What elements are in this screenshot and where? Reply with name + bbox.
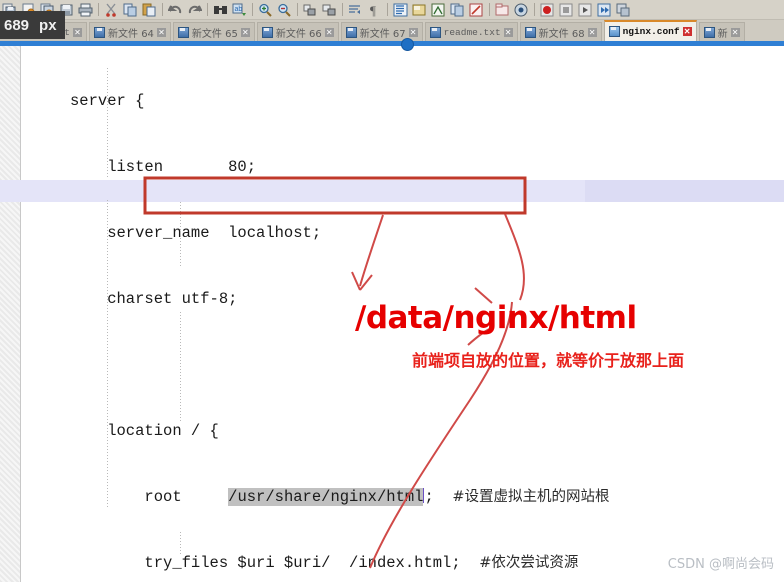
document-tab-label: 新文件 68 [538, 28, 585, 40]
annotation-big-text: /data/nginx/html [355, 300, 637, 336]
toolbar-separator [342, 3, 343, 16]
toolbar-separator [207, 3, 208, 16]
print-icon[interactable] [77, 2, 94, 18]
svg-text:¶: ¶ [370, 3, 376, 17]
toolbar-separator [387, 3, 388, 16]
indent-guide [180, 532, 181, 554]
document-tab-label: 新文件 64 [108, 28, 154, 40]
toolbar-separator [489, 3, 490, 16]
watermark: CSDN @啊尚会码 [667, 557, 774, 572]
code-line[interactable]: server_name localhost; [65, 222, 784, 244]
document-tab-label: nginx.conf [622, 26, 680, 37]
editor-margin-gutter [0, 46, 21, 582]
pixel-measure-value: 689 [4, 16, 30, 34]
toolbar-separator [98, 3, 99, 16]
mouse-cursor-indicator [401, 38, 414, 51]
clone-document-icon[interactable] [615, 2, 632, 18]
document-tab-bar[interactable]: readme.txt✕新文件 64✕新文件 65✕新文件 66✕新文件 67✕r… [0, 20, 784, 41]
pixel-measure-tooltip: 689 px [0, 11, 65, 39]
indent-guide-icon[interactable] [392, 2, 409, 18]
code-line[interactable]: location / { [65, 420, 784, 442]
close-tab-icon[interactable]: ✕ [587, 27, 597, 37]
sync-vertical-scroll-icon[interactable] [302, 2, 319, 18]
current-line-comment-highlight [585, 180, 784, 202]
code-line-root[interactable]: root /usr/share/nginx/html; #设置虚拟主机的网站根 [65, 486, 784, 508]
document-list-icon[interactable] [468, 2, 485, 18]
save-disk-icon [345, 26, 357, 38]
inline-comment: #设置虚拟主机的网站根 [452, 489, 610, 505]
document-tab[interactable]: 新文件 64 ✕ [89, 22, 171, 41]
document-tab-label: 新文件 65 [191, 28, 238, 40]
close-tab-icon[interactable]: ✕ [324, 27, 334, 37]
save-disk-icon [608, 26, 620, 37]
document-tab[interactable]: 新文件 68 ✕ [519, 22, 602, 41]
save-disk-icon [524, 26, 536, 38]
save-disk-icon [429, 26, 441, 38]
toolbar-separator [297, 3, 298, 16]
sync-horizontal-scroll-icon[interactable] [321, 2, 338, 18]
close-tab-icon[interactable]: ✕ [730, 27, 740, 37]
document-tab-label: 新文件 67 [359, 28, 406, 40]
folder-as-workspace-icon[interactable] [494, 2, 511, 18]
save-disk-icon [703, 26, 715, 38]
find-icon[interactable] [212, 2, 229, 18]
code-line[interactable]: listen 80; [65, 156, 784, 178]
redo-icon[interactable] [186, 2, 203, 18]
svg-text:ab: ab [235, 6, 243, 13]
window-divider [0, 41, 784, 46]
save-disk-icon [94, 26, 106, 38]
macro-record-icon[interactable] [539, 2, 556, 18]
annotation-note-text: 前端项自放的位置，就等价于放那上面 [412, 351, 685, 370]
ui-goto-icon[interactable] [411, 2, 428, 18]
zoom-in-icon[interactable] [257, 2, 274, 18]
cut-icon[interactable] [103, 2, 120, 18]
document-map-icon[interactable] [449, 2, 466, 18]
indent-guide [180, 312, 181, 422]
word-wrap-icon[interactable] [347, 2, 364, 18]
editor-fold-margin[interactable] [21, 46, 65, 582]
toolbar-separator [252, 3, 253, 16]
macro-play-icon[interactable] [577, 2, 594, 18]
show-all-characters-icon[interactable]: ¶ [366, 2, 383, 18]
indent-guide [107, 200, 108, 508]
toolbar[interactable]: ab ¶ [0, 0, 784, 20]
document-tab-label: 新 [717, 28, 728, 40]
selected-path[interactable]: /usr/share/nginx/html [228, 488, 424, 506]
document-tab-label: 新文件 66 [275, 28, 322, 40]
save-disk-icon [177, 26, 189, 38]
close-tab-icon[interactable]: ✕ [240, 27, 250, 37]
document-tab[interactable]: 新文件 66 ✕ [256, 22, 339, 41]
document-tab[interactable]: 新 ✕ [698, 22, 745, 41]
close-tab-icon[interactable]: ✕ [156, 27, 166, 37]
paste-icon[interactable] [141, 2, 158, 18]
pixel-measure-unit: px [39, 16, 57, 34]
inline-comment: #依次尝试资源 [479, 555, 579, 571]
undo-icon[interactable] [167, 2, 184, 18]
close-tab-icon[interactable]: ✕ [408, 27, 418, 37]
document-tab[interactable]: 新文件 65 ✕ [172, 22, 255, 41]
close-tab-icon[interactable]: ✕ [682, 27, 692, 36]
indent-guide [180, 202, 181, 268]
macro-stop-icon[interactable] [558, 2, 575, 18]
document-tab-active[interactable]: nginx.conf ✕ [603, 20, 697, 41]
text-caret [423, 488, 425, 503]
copy-icon[interactable] [122, 2, 139, 18]
zoom-out-icon[interactable] [276, 2, 293, 18]
save-disk-icon [261, 26, 273, 38]
replace-icon[interactable]: ab [231, 2, 248, 18]
indent-guide [107, 68, 108, 178]
code-line[interactable]: server { [65, 90, 784, 112]
close-tab-icon[interactable]: ✕ [73, 27, 83, 37]
close-tab-icon[interactable]: ✕ [503, 27, 513, 37]
toolbar-separator [534, 3, 535, 16]
macro-playback-icon[interactable] [513, 2, 530, 18]
macro-run-multiple-icon[interactable] [596, 2, 613, 18]
document-tab-label: readme.txt [443, 26, 501, 38]
function-list-icon[interactable] [430, 2, 447, 18]
document-tab[interactable]: readme.txt✕ [424, 22, 518, 41]
toolbar-separator [162, 3, 163, 16]
